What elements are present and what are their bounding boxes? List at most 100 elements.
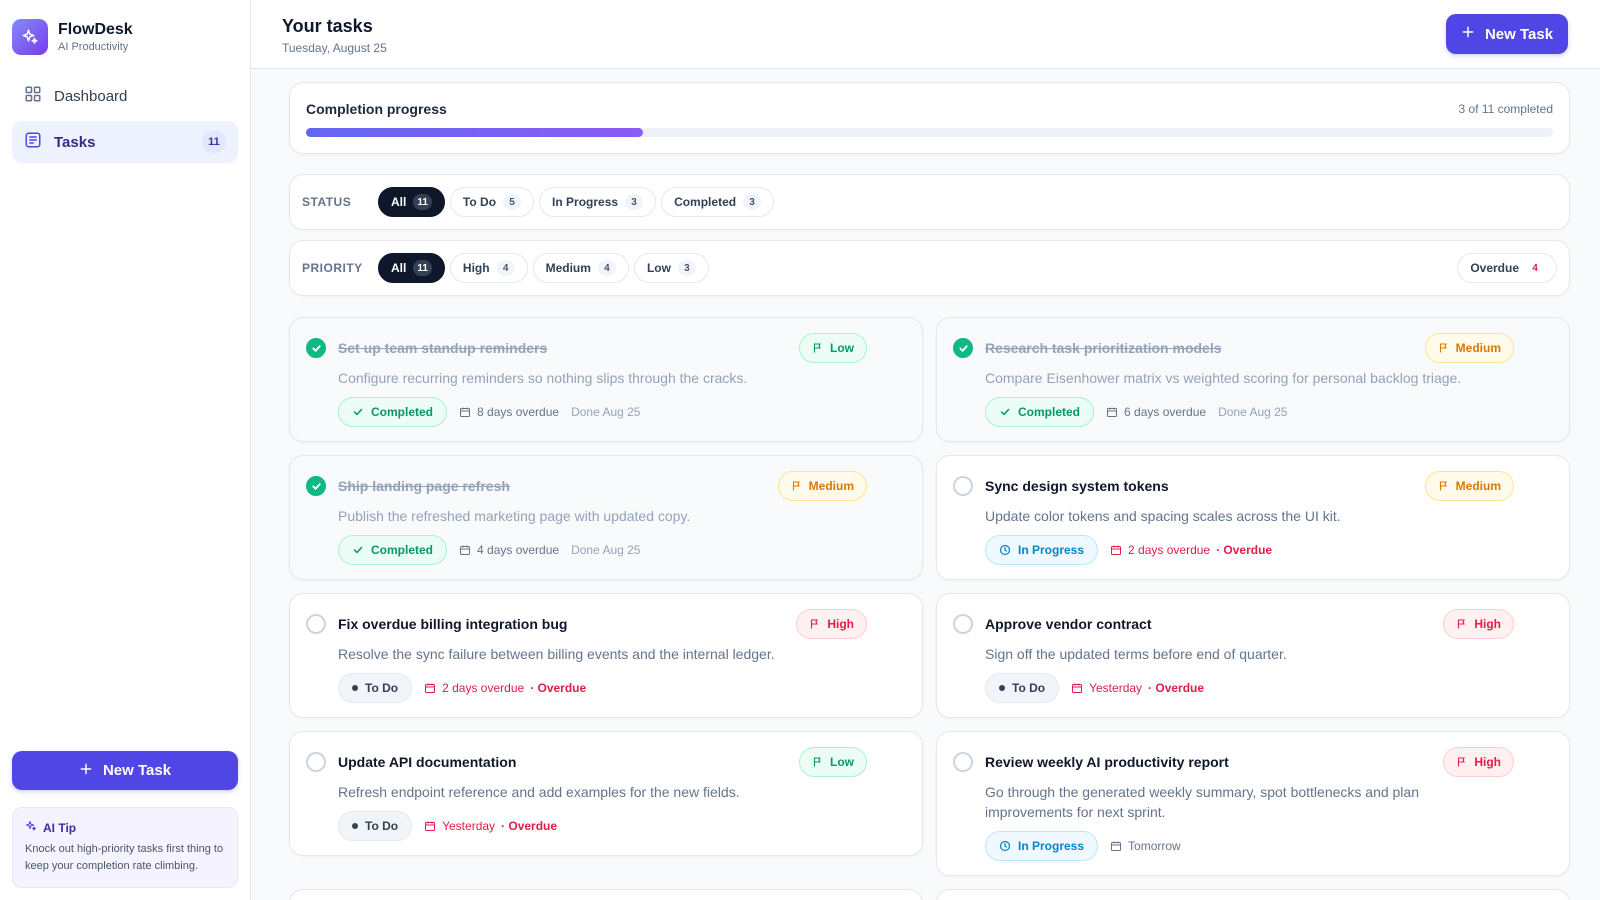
progress-bar-fill <box>306 128 643 137</box>
task-card[interactable]: Ship landing page refresh Medium Publish… <box>289 455 923 580</box>
task-card[interactable] <box>936 889 1570 900</box>
status-filter-todo[interactable]: To Do 5 <box>449 187 535 217</box>
task-title: Sync design system tokens <box>985 478 1169 494</box>
new-task-label: New Task <box>1484 25 1554 43</box>
sidebar-new-task-button[interactable]: New Task <box>12 751 238 790</box>
status-badge: Completed <box>338 535 448 565</box>
priority-badge: Medium <box>777 471 867 501</box>
completed-date: Done Aug 25 <box>1218 405 1288 419</box>
task-grid: Set up team standup reminders Low Config… <box>289 317 1570 900</box>
task-title: Approve vendor contract <box>985 616 1152 632</box>
due-text: 6 days overdue <box>1124 405 1207 419</box>
priority-label: Low <box>830 755 854 769</box>
calendar-icon <box>460 545 471 555</box>
task-card[interactable]: Fix overdue billing integration bug High… <box>289 593 923 718</box>
chip-count: 11 <box>413 194 432 210</box>
task-checkbox[interactable] <box>953 752 973 772</box>
task-description: Sign off the updated terms before end of… <box>985 646 1287 662</box>
priority-filter-label: PRIORITY <box>302 261 363 275</box>
task-checkbox[interactable] <box>306 476 326 496</box>
page-title: Your tasks <box>282 16 373 36</box>
priority-filter-low[interactable]: Low 3 <box>633 253 709 283</box>
task-card[interactable]: Review weekly AI productivity report Hig… <box>936 731 1570 876</box>
header-new-task-button[interactable]: New Task <box>1446 14 1568 54</box>
status-dot-icon <box>352 823 358 829</box>
chip-label: High <box>462 261 490 275</box>
priority-filter-all[interactable]: All 11 <box>378 253 445 283</box>
task-title: Fix overdue billing integration bug <box>338 616 568 632</box>
calendar-icon <box>1072 683 1083 693</box>
priority-filter-high[interactable]: High 4 <box>449 253 528 283</box>
due-date: 2 days overdue · Overdue <box>424 681 586 695</box>
due-text: 4 days overdue <box>477 543 560 557</box>
flag-icon <box>792 481 800 491</box>
chip-count: 11 <box>413 260 432 276</box>
progress-panel: Completion progress 3 of 11 completed <box>289 82 1570 154</box>
progress-bar <box>306 128 1553 137</box>
due-date: 2 days overdue · Overdue <box>1110 543 1272 557</box>
task-checkbox[interactable] <box>953 338 973 358</box>
due-date: 6 days overdue <box>1106 405 1206 419</box>
chip-label: All <box>391 261 407 275</box>
status-badge: Completed <box>338 397 448 427</box>
status-label: In Progress <box>1018 543 1085 557</box>
flag-icon <box>813 343 821 353</box>
overdue-filter[interactable]: Overdue 4 <box>1457 253 1557 283</box>
priority-badge: Low <box>799 747 867 777</box>
chip-count: 4 <box>496 260 515 276</box>
task-card[interactable]: Research task prioritization models Medi… <box>936 317 1570 442</box>
task-card[interactable] <box>289 889 923 900</box>
task-checkbox[interactable] <box>953 476 973 496</box>
priority-badge: Medium <box>1424 471 1514 501</box>
sidebar-item-tasks[interactable]: Tasks 11 <box>12 121 238 163</box>
status-filter-all[interactable]: All 11 <box>378 187 445 217</box>
task-card[interactable]: Update API documentation Low Refresh end… <box>289 731 923 856</box>
progress-title: Completion progress <box>306 101 447 117</box>
chip-label: Low <box>646 261 671 275</box>
task-title: Research task prioritization models <box>985 340 1222 356</box>
task-card[interactable]: Approve vendor contract High Sign off th… <box>936 593 1570 718</box>
priority-label: Low <box>830 341 854 355</box>
task-card[interactable]: Set up team standup reminders Low Config… <box>289 317 923 442</box>
task-checkbox[interactable] <box>953 614 973 634</box>
chip-count: 4 <box>597 260 616 276</box>
flag-icon <box>1458 757 1466 767</box>
status-label: In Progress <box>1018 839 1085 853</box>
tip-text: Knock out high-priority tasks first thin… <box>25 843 224 872</box>
task-description: Configure recurring reminders so nothing… <box>338 370 748 386</box>
task-title: Set up team standup reminders <box>338 340 548 356</box>
task-card[interactable]: Sync design system tokens Medium Update … <box>936 455 1570 580</box>
task-checkbox[interactable] <box>306 338 326 358</box>
calendar-icon <box>460 407 471 417</box>
status-filter-bar: STATUS All 11 To Do 5 In Progress 3 Complet… <box>289 174 1570 230</box>
priority-label: Medium <box>1455 341 1501 355</box>
chip-count: 3 <box>677 260 696 276</box>
sidebar-item-label: Tasks <box>54 133 96 151</box>
list-icon <box>24 131 42 153</box>
due-date: 4 days overdue <box>459 543 559 557</box>
due-text: 2 days overdue <box>1128 543 1211 557</box>
task-checkbox[interactable] <box>306 614 326 634</box>
priority-filter-medium[interactable]: Medium 4 <box>532 253 629 283</box>
overdue-label: · Overdue <box>1148 681 1205 695</box>
task-checkbox[interactable] <box>306 752 326 772</box>
sidebar-item-dashboard[interactable]: Dashboard <box>12 75 238 117</box>
priority-badge: Medium <box>1424 333 1514 363</box>
brand[interactable]: FlowDesk AI Productivity <box>12 19 133 55</box>
flag-icon <box>1439 343 1447 353</box>
app-tagline: AI Productivity <box>58 41 129 53</box>
task-description: Refresh endpoint reference and add examp… <box>338 784 740 800</box>
chip-label: Completed <box>674 195 737 209</box>
calendar-icon <box>1107 407 1118 417</box>
chip-label: In Progress <box>552 195 619 209</box>
status-label: Completed <box>371 405 434 419</box>
status-filter-in-progress[interactable]: In Progress 3 <box>539 187 657 217</box>
priority-badge: Low <box>799 333 867 363</box>
check-icon <box>958 344 968 352</box>
chip-label: Overdue <box>1470 261 1519 275</box>
plus-icon <box>1461 25 1475 43</box>
page-header: Your tasks Tuesday, August 25 New Task <box>251 0 1600 69</box>
priority-badge: High <box>796 609 867 639</box>
status-filter-completed[interactable]: Completed 3 <box>661 187 775 217</box>
status-badge: Completed <box>985 397 1095 427</box>
